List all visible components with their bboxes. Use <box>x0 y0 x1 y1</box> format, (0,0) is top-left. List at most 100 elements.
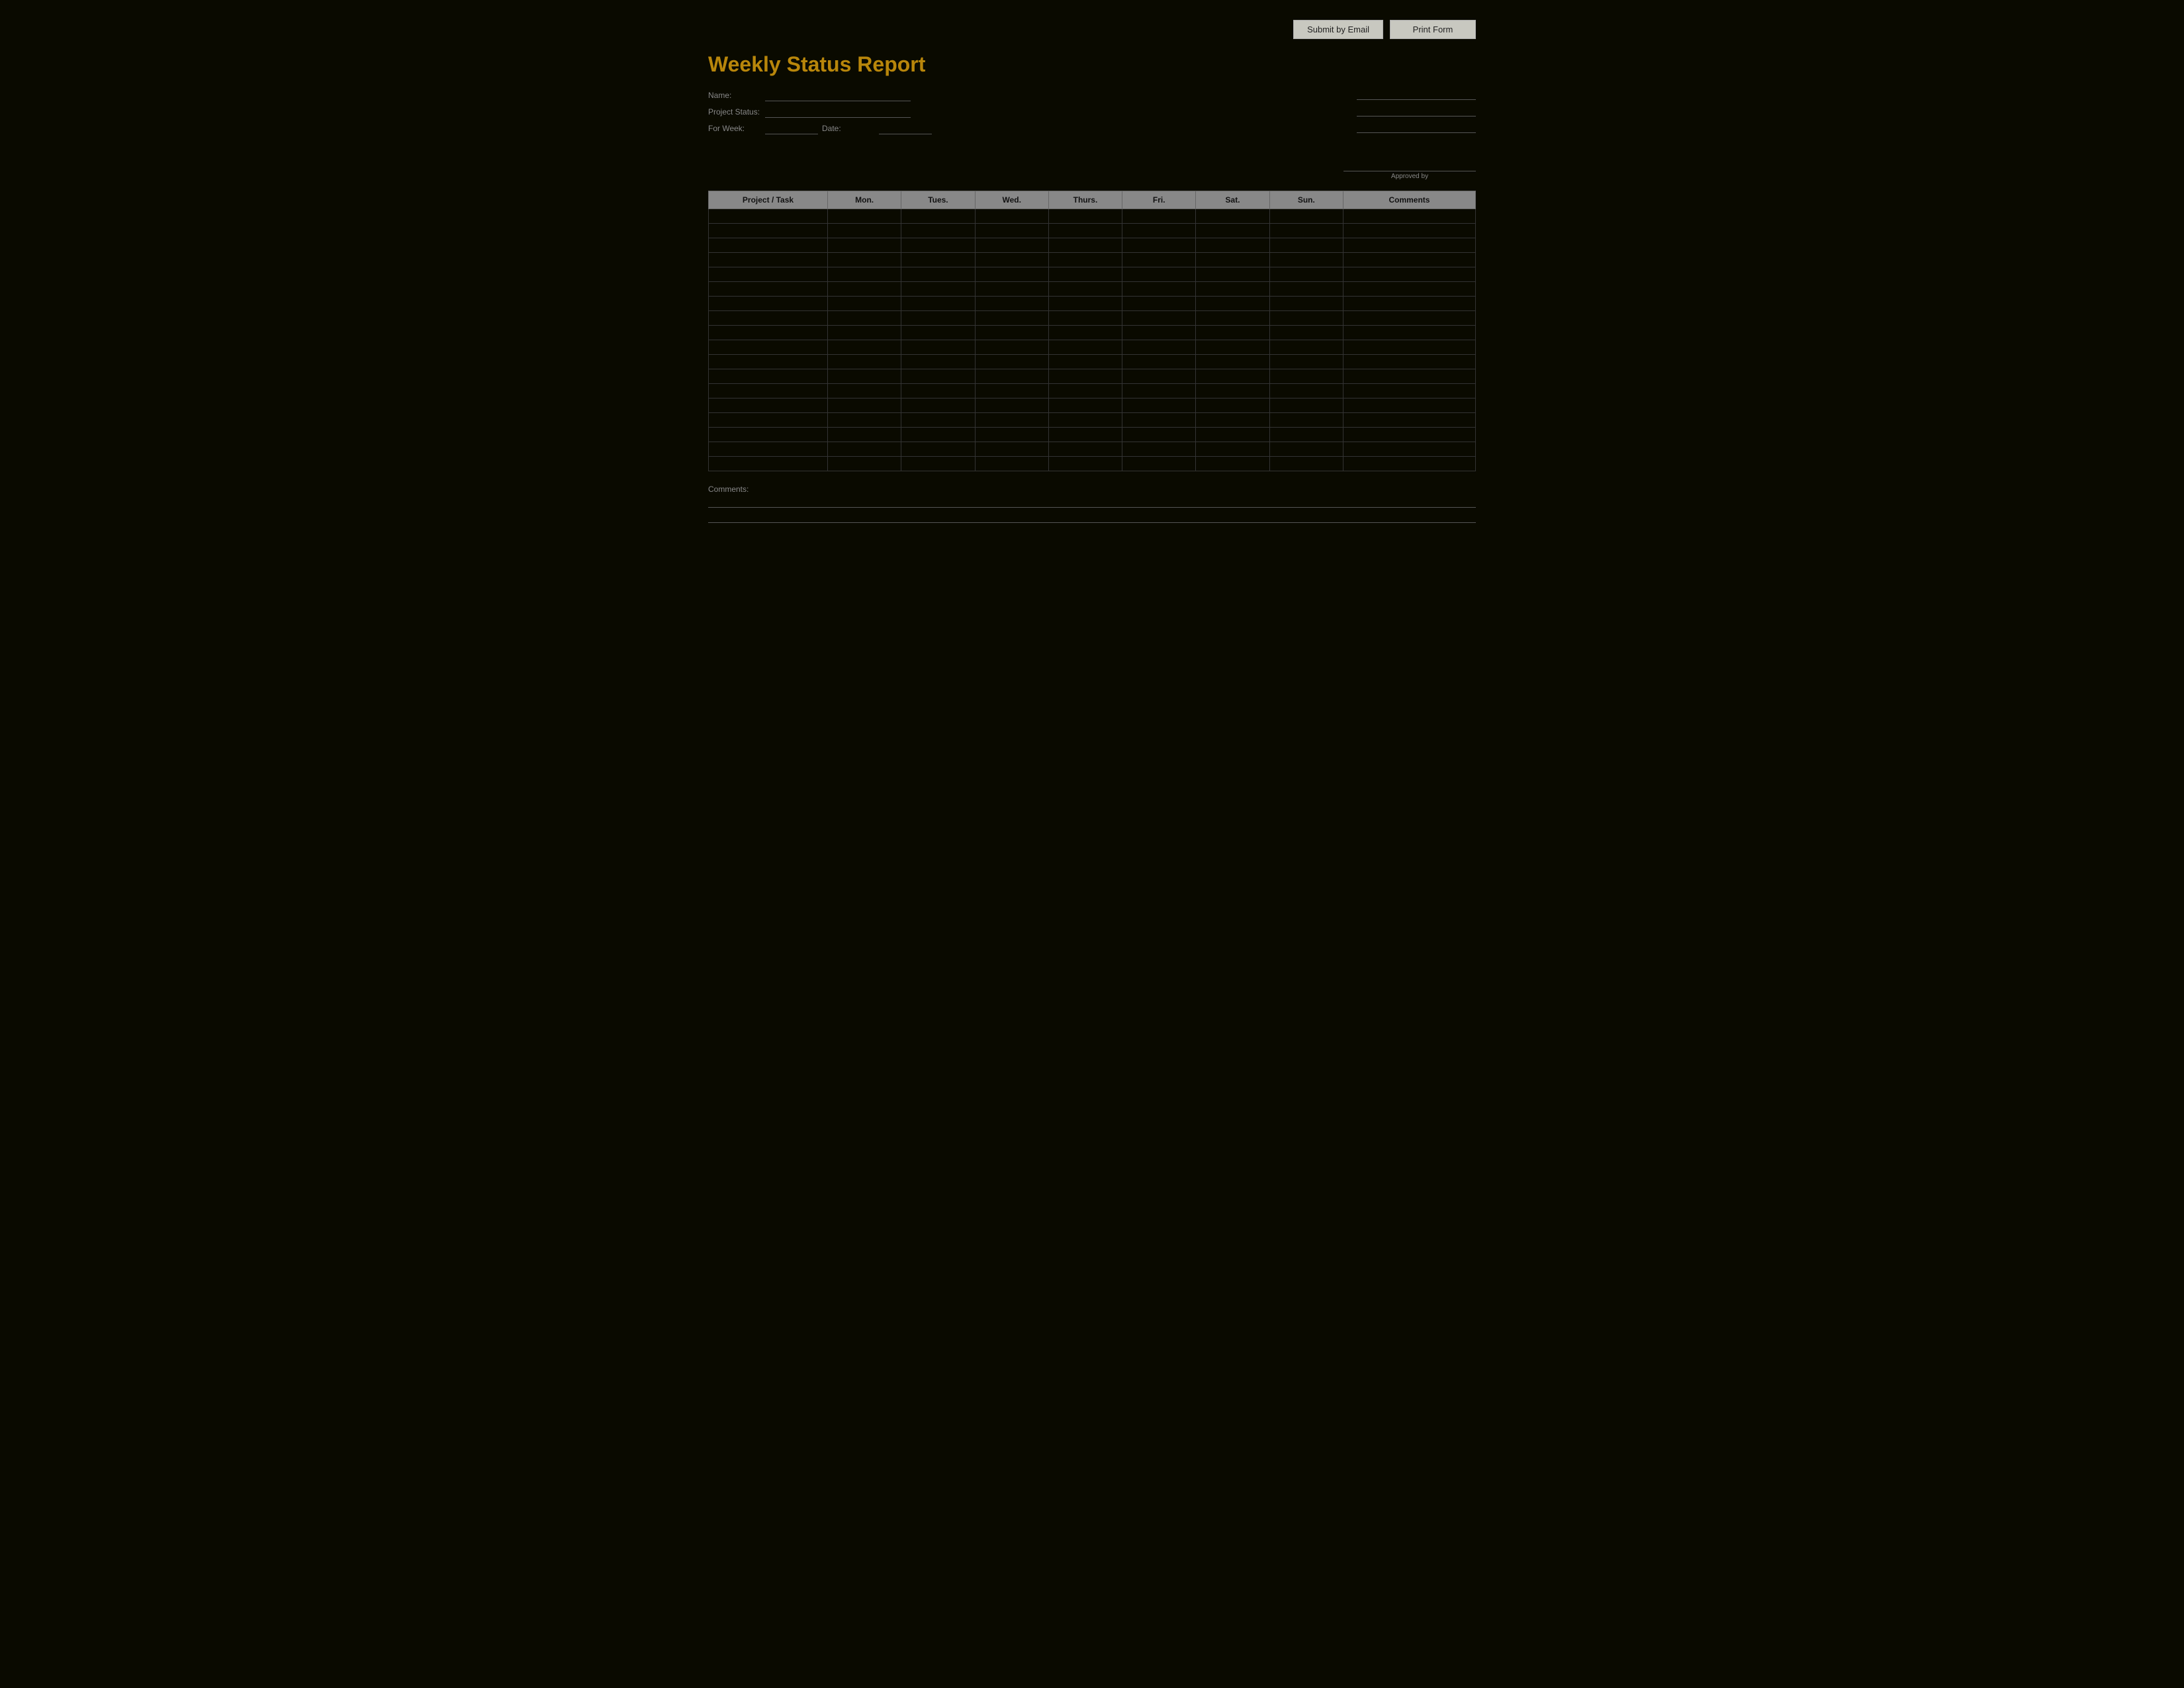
input-comments[interactable] <box>1346 330 1473 338</box>
input-hours[interactable] <box>1125 417 1193 425</box>
input-hours[interactable] <box>1273 402 1340 410</box>
input-project[interactable] <box>711 432 825 440</box>
name-input[interactable] <box>765 89 911 101</box>
input-hours[interactable] <box>1273 388 1340 396</box>
input-hours[interactable] <box>1125 228 1193 236</box>
input-hours[interactable] <box>1052 446 1119 454</box>
input-comments[interactable] <box>1346 315 1473 323</box>
input-hours[interactable] <box>1199 330 1266 338</box>
input-comments[interactable] <box>1346 417 1473 425</box>
input-hours[interactable] <box>904 432 972 440</box>
input-comments[interactable] <box>1346 271 1473 279</box>
date-input[interactable] <box>879 122 932 134</box>
input-hours[interactable] <box>831 315 898 323</box>
input-hours[interactable] <box>1273 359 1340 367</box>
input-hours[interactable] <box>1052 213 1119 221</box>
input-hours[interactable] <box>904 286 972 294</box>
input-hours[interactable] <box>904 373 972 381</box>
input-hours[interactable] <box>1199 271 1266 279</box>
input-hours[interactable] <box>904 344 972 352</box>
input-project[interactable] <box>711 301 825 308</box>
input-hours[interactable] <box>978 242 1046 250</box>
input-project[interactable] <box>711 344 825 352</box>
input-hours[interactable] <box>1125 344 1193 352</box>
input-project[interactable] <box>711 271 825 279</box>
submit-email-button[interactable]: Submit by Email <box>1293 20 1383 39</box>
input-hours[interactable] <box>904 271 972 279</box>
input-hours[interactable] <box>1199 228 1266 236</box>
input-hours[interactable] <box>1125 213 1193 221</box>
input-hours[interactable] <box>1199 359 1266 367</box>
input-project[interactable] <box>711 315 825 323</box>
input-project[interactable] <box>711 446 825 454</box>
input-hours[interactable] <box>1199 461 1266 469</box>
input-hours[interactable] <box>978 286 1046 294</box>
for-week-input[interactable] <box>765 122 818 134</box>
input-hours[interactable] <box>1273 213 1340 221</box>
input-hours[interactable] <box>1052 301 1119 308</box>
input-hours[interactable] <box>1199 242 1266 250</box>
input-hours[interactable] <box>831 432 898 440</box>
input-hours[interactable] <box>904 446 972 454</box>
input-hours[interactable] <box>1199 373 1266 381</box>
input-hours[interactable] <box>831 417 898 425</box>
input-hours[interactable] <box>1199 402 1266 410</box>
input-hours[interactable] <box>831 344 898 352</box>
input-hours[interactable] <box>1199 257 1266 265</box>
input-comments[interactable] <box>1346 228 1473 236</box>
input-hours[interactable] <box>1052 257 1119 265</box>
input-hours[interactable] <box>1125 271 1193 279</box>
input-hours[interactable] <box>978 330 1046 338</box>
input-hours[interactable] <box>1052 344 1119 352</box>
input-hours[interactable] <box>1273 446 1340 454</box>
input-hours[interactable] <box>904 402 972 410</box>
input-comments[interactable] <box>1346 432 1473 440</box>
input-project[interactable] <box>711 242 825 250</box>
input-hours[interactable] <box>1052 402 1119 410</box>
input-project[interactable] <box>711 359 825 367</box>
input-hours[interactable] <box>978 359 1046 367</box>
input-hours[interactable] <box>1199 315 1266 323</box>
input-hours[interactable] <box>1273 228 1340 236</box>
input-hours[interactable] <box>978 257 1046 265</box>
input-hours[interactable] <box>1273 330 1340 338</box>
input-hours[interactable] <box>978 402 1046 410</box>
input-hours[interactable] <box>1199 446 1266 454</box>
input-hours[interactable] <box>831 446 898 454</box>
input-hours[interactable] <box>904 242 972 250</box>
input-hours[interactable] <box>1125 257 1193 265</box>
input-project[interactable] <box>711 213 825 221</box>
input-hours[interactable] <box>1273 417 1340 425</box>
input-comments[interactable] <box>1346 461 1473 469</box>
input-hours[interactable] <box>1052 242 1119 250</box>
input-hours[interactable] <box>831 242 898 250</box>
input-hours[interactable] <box>904 257 972 265</box>
project-status-input[interactable] <box>765 105 911 118</box>
input-hours[interactable] <box>1273 271 1340 279</box>
input-hours[interactable] <box>1273 344 1340 352</box>
input-project[interactable] <box>711 330 825 338</box>
input-hours[interactable] <box>1125 301 1193 308</box>
input-project[interactable] <box>711 417 825 425</box>
input-hours[interactable] <box>1125 432 1193 440</box>
right-input-3[interactable] <box>1357 122 1476 133</box>
right-input-2[interactable] <box>1357 105 1476 117</box>
input-comments[interactable] <box>1346 359 1473 367</box>
input-hours[interactable] <box>1199 432 1266 440</box>
input-comments[interactable] <box>1346 301 1473 308</box>
input-hours[interactable] <box>1052 388 1119 396</box>
right-input-1[interactable] <box>1357 89 1476 100</box>
input-hours[interactable] <box>1273 257 1340 265</box>
input-hours[interactable] <box>904 461 972 469</box>
input-hours[interactable] <box>1199 388 1266 396</box>
input-comments[interactable] <box>1346 402 1473 410</box>
input-comments[interactable] <box>1346 242 1473 250</box>
input-hours[interactable] <box>831 213 898 221</box>
input-hours[interactable] <box>978 432 1046 440</box>
input-hours[interactable] <box>904 228 972 236</box>
input-project[interactable] <box>711 388 825 396</box>
input-hours[interactable] <box>1273 315 1340 323</box>
input-hours[interactable] <box>904 301 972 308</box>
input-project[interactable] <box>711 373 825 381</box>
input-hours[interactable] <box>1273 373 1340 381</box>
